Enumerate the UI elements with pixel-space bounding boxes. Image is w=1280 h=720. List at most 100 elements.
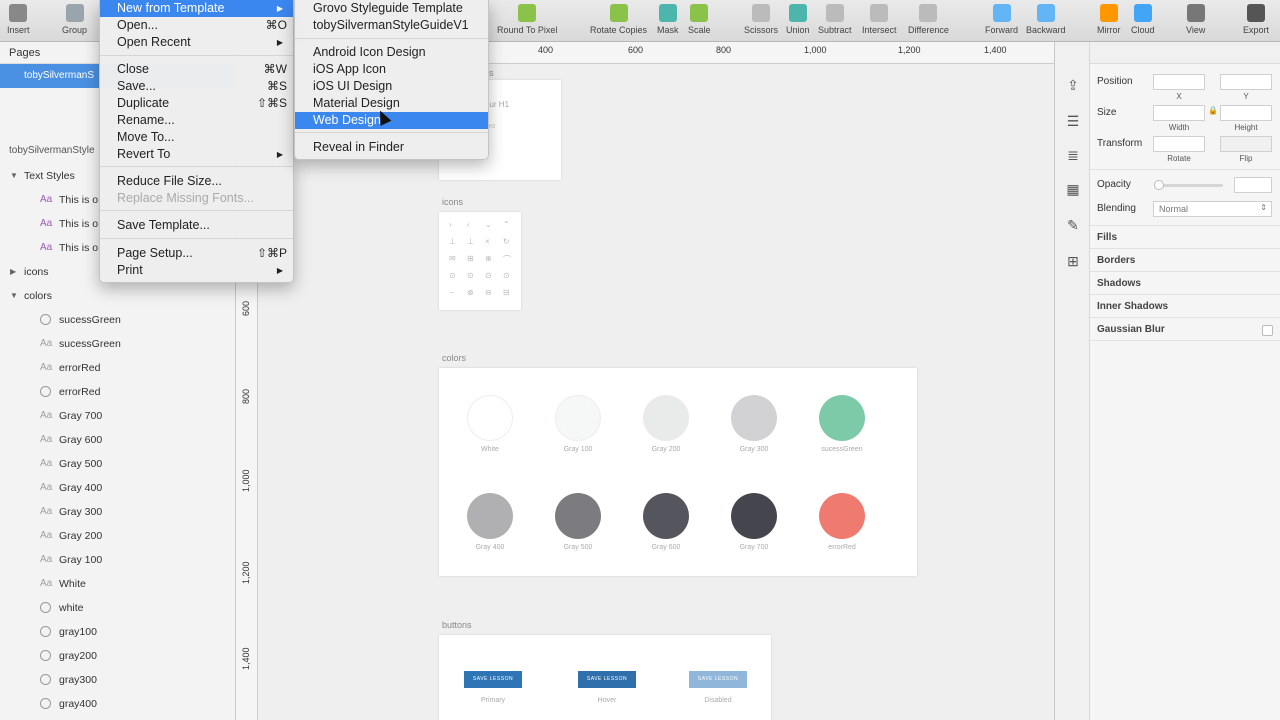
template-menu-item[interactable]: Reveal in Finder xyxy=(295,139,488,156)
layer-group[interactable]: ▼ colors xyxy=(0,284,236,308)
toolbar-mirror-button[interactable]: Mirror xyxy=(1097,4,1121,35)
layer-row[interactable]: Aa Gray 500 xyxy=(0,452,236,476)
lock-icon[interactable]: 🔒 xyxy=(1208,106,1218,115)
color-swatch[interactable] xyxy=(467,493,513,539)
buttons-artboard-label[interactable]: buttons xyxy=(442,620,472,630)
layers-stack-icon[interactable]: ☰ xyxy=(1064,112,1082,130)
inner-shadows-section[interactable]: Inner Shadows xyxy=(1097,301,1168,312)
toolbar-scissors-button[interactable]: Scissors xyxy=(744,4,778,35)
toolbar-intersect-button[interactable]: Intersect xyxy=(862,4,897,35)
layer-row[interactable]: Aa Gray 400 xyxy=(0,476,236,500)
color-swatch[interactable] xyxy=(643,493,689,539)
toolbar-insert-button[interactable]: Insert xyxy=(7,4,30,35)
toolbar-mask-button[interactable]: Mask xyxy=(657,4,679,35)
sample-icon[interactable]: › xyxy=(449,220,452,229)
toolbar-view-button[interactable]: View xyxy=(1186,4,1205,35)
file-menu-item[interactable]: Save Template... xyxy=(100,217,293,234)
grid-icon[interactable]: ▦ xyxy=(1064,180,1082,198)
file-menu-item[interactable]: Reduce File Size... xyxy=(100,173,293,190)
sample-save-lesson-button[interactable]: SAVE LESSON xyxy=(578,671,636,688)
icons-artboard-label[interactable]: icons xyxy=(442,197,463,207)
icons-artboard[interactable]: › ‹ ⌄ ⌃ ⊥ ⊥ × ↻ ✉ ⊞ ⊕ ⌒ ⊙ ⊙ ⊙ ⊙ − ⊗ ⊖ ⊟ xyxy=(439,212,521,310)
sample-icon[interactable]: ⊥ xyxy=(449,237,456,246)
template-menu-item[interactable]: Grovo Styleguide Template xyxy=(295,0,488,17)
file-menu-item[interactable]: Move To... xyxy=(100,129,293,146)
position-x-field[interactable] xyxy=(1153,74,1205,90)
blending-select[interactable]: Normal ⇕ xyxy=(1153,201,1272,217)
template-menu-item[interactable]: iOS UI Design xyxy=(295,78,488,95)
template-menu-item[interactable]: tobySilvermanStyleGuideV1 xyxy=(295,17,488,34)
disclosure-open-icon[interactable]: ▼ xyxy=(10,164,18,188)
layer-row[interactable]: Aa sucessGreen xyxy=(0,332,236,356)
layer-row[interactable]: Aa Gray 700 xyxy=(0,404,236,428)
toolbar-rotate-copies-button[interactable]: Rotate Copies xyxy=(590,4,647,35)
toolbar-forward-button[interactable]: Forward xyxy=(985,4,1018,35)
sample-save-lesson-button[interactable]: SAVE LESSON xyxy=(689,671,747,688)
gaussian-blur-checkbox[interactable] xyxy=(1262,325,1273,336)
color-swatch[interactable] xyxy=(819,493,865,539)
layer-row[interactable]: gray400 xyxy=(0,692,236,716)
file-menu-item[interactable]: Save... ⌘S xyxy=(100,78,293,95)
color-swatch[interactable] xyxy=(555,493,601,539)
toolbar-export-button[interactable]: Export xyxy=(1243,4,1269,35)
sample-icon[interactable]: ⊥ xyxy=(467,237,474,246)
sample-icon[interactable]: ⊙ xyxy=(449,271,456,280)
layer-row[interactable]: gray100 xyxy=(0,620,236,644)
disclosure-open-icon[interactable]: ▼ xyxy=(10,284,18,308)
layer-row[interactable]: gray200 xyxy=(0,644,236,668)
color-swatch[interactable] xyxy=(731,493,777,539)
toolbar-union-button[interactable]: Union xyxy=(786,4,810,35)
layer-row[interactable]: Aa White xyxy=(0,572,236,596)
colors-artboard-label[interactable]: colors xyxy=(442,353,466,363)
rotate-field[interactable] xyxy=(1153,136,1205,152)
file-menu-item[interactable]: New from Template ▶ xyxy=(100,0,293,17)
color-swatch[interactable] xyxy=(643,395,689,441)
template-menu-item[interactable]: iOS App Icon xyxy=(295,61,488,78)
share-icon[interactable]: ⇪ xyxy=(1064,76,1082,94)
toolbar-group-button[interactable]: Group xyxy=(62,4,87,35)
gaussian-blur-section[interactable]: Gaussian Blur xyxy=(1097,324,1165,335)
typography-artboard-label[interactable]: s xyxy=(489,68,494,78)
sample-icon[interactable]: ⊕ xyxy=(485,254,492,263)
toolbar-subtract-button[interactable]: Subtract xyxy=(818,4,852,35)
sample-icon[interactable]: ⊖ xyxy=(485,288,492,297)
width-field[interactable] xyxy=(1153,105,1205,121)
sample-icon[interactable]: − xyxy=(449,288,454,297)
buttons-artboard[interactable]: SAVE LESSON Primary SAVE LESSON Hover SAVE L… xyxy=(439,635,771,720)
color-swatch[interactable] xyxy=(555,395,601,441)
sample-icon[interactable]: ⊙ xyxy=(503,271,510,280)
file-menu-item[interactable]: Close ⌘W xyxy=(100,61,293,78)
colors-artboard[interactable]: White Gray 100 Gray 200 Gray 300 sucessGreen… xyxy=(439,368,917,576)
canvas[interactable]: our H1 H2 s icons › ‹ ⌄ ⌃ ⊥ ⊥ × ↻ ✉ ⊞ ⊕ ⌒ ⊙ ⊙ ⊙ ⊙ − ⊗ ⊖ ⊟ c… xyxy=(258,64,1054,720)
sample-save-lesson-button[interactable]: SAVE LESSON xyxy=(464,671,522,688)
layer-row[interactable]: white xyxy=(0,596,236,620)
file-menu-item[interactable]: Open Recent ▶ xyxy=(100,34,293,51)
layer-row[interactable]: sucessGreen xyxy=(0,308,236,332)
file-menu-item[interactable]: Rename... xyxy=(100,112,293,129)
template-menu-item[interactable]: Material Design xyxy=(295,95,488,112)
toolbar-round-to-pixel-button[interactable]: Round To Pixel xyxy=(497,4,557,35)
sample-icon[interactable]: ⌒ xyxy=(503,254,511,265)
sample-icon[interactable]: ⌄ xyxy=(485,220,492,229)
layer-row[interactable]: Aa Gray 200 xyxy=(0,524,236,548)
sample-icon[interactable]: ⊙ xyxy=(485,271,492,280)
layer-row[interactable]: Aa Gray 300 xyxy=(0,500,236,524)
text-list-icon[interactable]: ≣ xyxy=(1064,146,1082,164)
opacity-field[interactable] xyxy=(1234,177,1272,193)
color-swatch[interactable] xyxy=(467,395,513,441)
sample-icon[interactable]: ✉ xyxy=(449,254,456,263)
sample-icon[interactable]: ↻ xyxy=(503,237,510,246)
alignment-bar[interactable] xyxy=(1090,42,1280,64)
disclosure-closed-icon[interactable]: ▶ xyxy=(10,260,16,284)
fills-section[interactable]: Fills xyxy=(1097,232,1117,243)
sample-icon[interactable]: ‹ xyxy=(467,220,470,229)
layer-row[interactable]: Aa Gray 600 xyxy=(0,428,236,452)
layer-row[interactable]: gray300 xyxy=(0,668,236,692)
toolbar-cloud-button[interactable]: Cloud xyxy=(1131,4,1155,35)
sample-icon[interactable]: × xyxy=(485,237,490,246)
flip-buttons[interactable] xyxy=(1220,136,1272,152)
file-menu-item[interactable]: Print ▶ xyxy=(100,262,293,279)
layer-row[interactable]: errorRed xyxy=(0,380,236,404)
sample-icon[interactable]: ⊞ xyxy=(467,254,474,263)
opacity-slider-knob[interactable] xyxy=(1154,180,1164,190)
